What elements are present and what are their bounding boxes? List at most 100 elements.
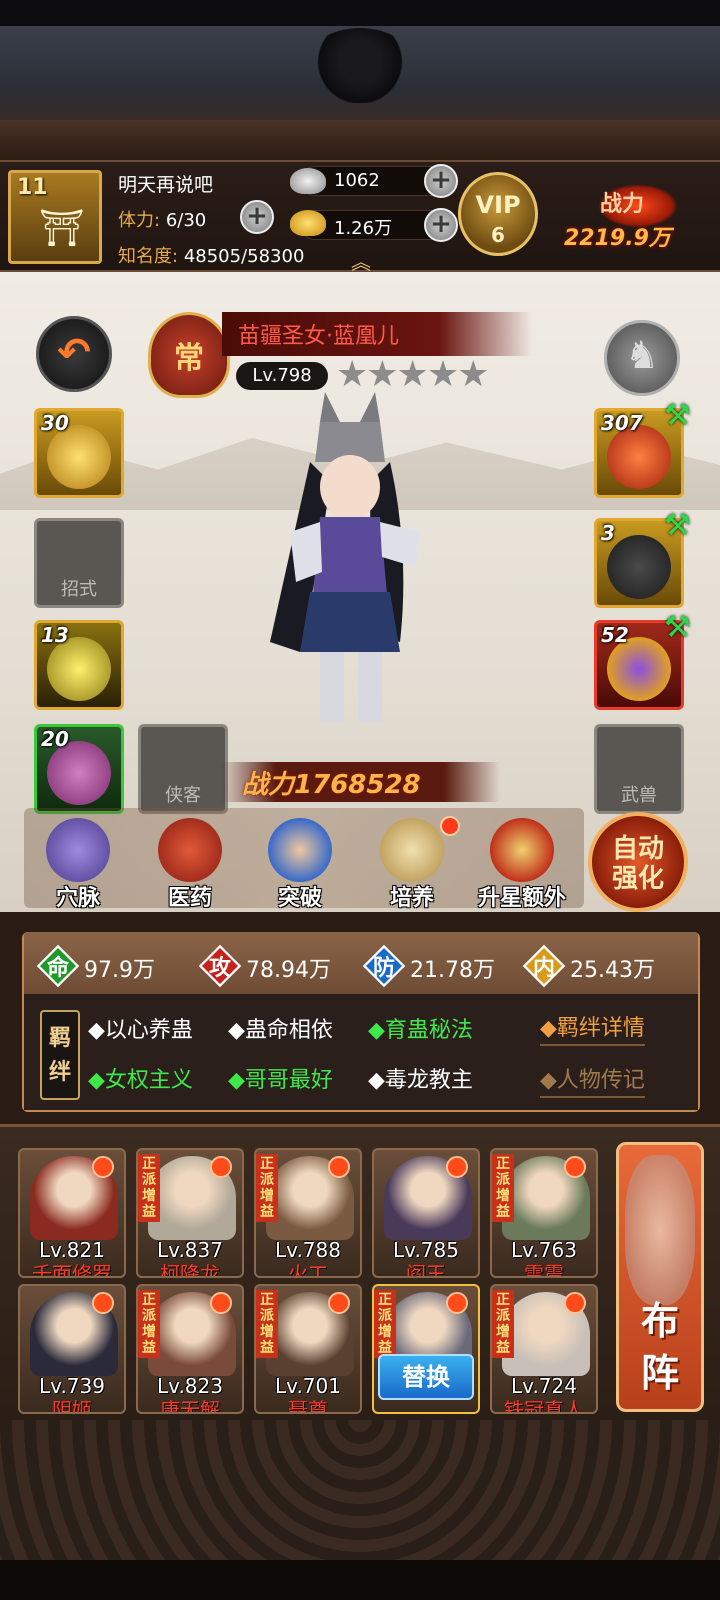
breakthrough-label: 突破 bbox=[277, 886, 322, 911]
bond-seal-line2: 绊 bbox=[48, 1060, 71, 1085]
bond-seal: 羁 绊 bbox=[40, 1010, 80, 1100]
lingzhi-icon bbox=[158, 818, 222, 882]
roster-card[interactable]: 正派增益 Lv.823 唐无解 bbox=[136, 1284, 244, 1414]
swap-button[interactable]: 替换 bbox=[378, 1354, 474, 1400]
roster-card[interactable]: 正派增益 Lv.763 雷震 bbox=[490, 1148, 598, 1278]
righteous-buff-tag: 正派增益 bbox=[492, 1154, 514, 1222]
stat-defense-value: 21.78万 bbox=[410, 958, 495, 983]
stat-defense-char: 防 bbox=[372, 956, 395, 981]
roster-card[interactable]: 正派增益 Lv.724 铁冠真人 bbox=[490, 1284, 598, 1414]
hero-character bbox=[270, 392, 420, 722]
move-slot-empty[interactable]: 招式 bbox=[34, 518, 124, 608]
auto-strengthen-line2: 强化 bbox=[611, 864, 664, 894]
auto-strengthen-button[interactable]: 自动 强化 bbox=[588, 812, 688, 912]
breakthrough-button[interactable]: 突破 bbox=[250, 812, 350, 912]
roster-card[interactable]: Lv.785 阎王 bbox=[372, 1148, 480, 1278]
back-button[interactable]: ↶ bbox=[36, 316, 112, 392]
skill-slot-2-count: 13 bbox=[41, 623, 69, 647]
beast-slot-empty[interactable]: 武兽 bbox=[594, 724, 684, 814]
vip-level: 6 bbox=[491, 223, 505, 247]
add-silver-button[interactable]: + bbox=[424, 164, 458, 198]
stamina-display: 体力: 6/30 bbox=[118, 206, 206, 232]
sect-badge-char: 常 bbox=[174, 341, 204, 376]
companion-slot-empty[interactable]: 侠客 bbox=[138, 724, 228, 814]
treasure-slot-count: 52 bbox=[601, 623, 629, 647]
bond-details-link[interactable]: ◆羁绊详情 bbox=[540, 1010, 645, 1046]
skill-slot-1[interactable]: 30 bbox=[34, 408, 124, 498]
sect-dot-icon bbox=[92, 1156, 114, 1178]
stat-inner-value: 25.43万 bbox=[570, 958, 655, 983]
player-name: 明天再说吧 bbox=[118, 174, 214, 196]
stat-attack-value: 78.94万 bbox=[246, 958, 331, 983]
sect-dot-icon bbox=[210, 1156, 232, 1178]
sect-dot-icon bbox=[446, 1292, 468, 1314]
roster-name: 阴姬 bbox=[52, 1398, 92, 1414]
skill-slot-1-count: 30 bbox=[41, 411, 69, 435]
silver-value: 1062 bbox=[334, 170, 380, 191]
roster-name: 铁冠真人 bbox=[504, 1398, 584, 1414]
sect-dot-icon bbox=[564, 1292, 586, 1314]
mount-button[interactable]: ♞ bbox=[604, 320, 680, 396]
vip-badge[interactable]: VIP 6 bbox=[458, 172, 538, 256]
hero-power-value: 1768528 bbox=[294, 770, 421, 800]
auto-strengthen-line1: 自动 bbox=[611, 834, 664, 864]
cultivate-button[interactable]: 培养 bbox=[362, 812, 462, 912]
accessory-slot-count: 20 bbox=[41, 727, 69, 751]
bond-item[interactable]: ◆以心养蛊 bbox=[88, 1012, 193, 1044]
roster-card[interactable]: 正派增益 替换 bbox=[372, 1284, 480, 1414]
hero-power-label: 战力 bbox=[242, 770, 295, 800]
fame-label: 知名度: bbox=[118, 246, 179, 267]
meridian-label: 穴脉 bbox=[55, 886, 100, 911]
stamina-value: 6/30 bbox=[165, 210, 207, 231]
system-nav-bar bbox=[0, 1560, 720, 1600]
total-battle-power: 战力 2219.9万 bbox=[562, 180, 712, 251]
righteous-buff-tag: 正派增益 bbox=[138, 1154, 160, 1222]
bond-item[interactable]: ◆哥哥最好 bbox=[228, 1062, 333, 1094]
formation-button[interactable]: 布 阵 bbox=[616, 1142, 704, 1412]
formation-label: 布 阵 bbox=[619, 1295, 701, 1399]
expand-chevron-icon[interactable]: ︽ bbox=[344, 246, 378, 274]
character-bio-link[interactable]: ◆人物传记 bbox=[540, 1062, 645, 1098]
hammer-upgrade-icon[interactable]: ⚒ bbox=[664, 610, 704, 650]
add-gold-button[interactable]: + bbox=[424, 208, 458, 242]
accessory-slot[interactable]: 20 bbox=[34, 724, 124, 814]
player-level: 11 bbox=[17, 175, 48, 200]
bond-item[interactable]: ◆蛊命相依 bbox=[228, 1012, 333, 1044]
bond-item[interactable]: ◆育蛊秘法 bbox=[368, 1012, 473, 1044]
roster-card[interactable]: Lv.821 千面修罗 bbox=[18, 1148, 126, 1278]
add-stamina-button[interactable]: + bbox=[240, 200, 274, 234]
silver-ingot-icon bbox=[290, 168, 326, 194]
bond-item[interactable]: ◆毒龙教主 bbox=[368, 1062, 473, 1094]
bond-item[interactable]: ◆女权主义 bbox=[88, 1062, 193, 1094]
stat-inner-char: 内 bbox=[532, 956, 555, 981]
hero-power: 战力1768528 bbox=[242, 764, 421, 801]
hero-level: Lv.798 bbox=[236, 362, 328, 390]
notification-dot bbox=[440, 816, 460, 836]
roof-beam bbox=[0, 120, 720, 160]
roster-name: 聂尊 bbox=[288, 1398, 328, 1414]
meridian-button[interactable]: 穴脉 bbox=[28, 812, 128, 912]
roster-name: 千面修罗 bbox=[32, 1262, 112, 1278]
battle-power-value: 2219.9万 bbox=[564, 226, 671, 251]
roster-card[interactable]: 正派增益 Lv.788 火工 bbox=[254, 1148, 362, 1278]
roster-name: 雷震 bbox=[524, 1262, 564, 1278]
medicine-button[interactable]: 医药 bbox=[140, 812, 240, 912]
star-rating: ★★★★★ bbox=[336, 354, 489, 395]
gold-value: 1.26万 bbox=[334, 218, 393, 239]
roster-card[interactable]: 正派增益 Lv.701 聂尊 bbox=[254, 1284, 362, 1414]
armor-slot-count: 3 bbox=[601, 521, 615, 545]
stat-hp-value: 97.9万 bbox=[84, 958, 155, 983]
hero-name: 苗疆圣女·蓝凰儿 bbox=[238, 324, 399, 349]
roster-card[interactable]: Lv.739 阴姬 bbox=[18, 1284, 126, 1414]
hammer-upgrade-icon[interactable]: ⚒ bbox=[664, 398, 704, 438]
vip-label: VIP bbox=[475, 191, 521, 219]
hammer-upgrade-icon[interactable]: ⚒ bbox=[664, 508, 704, 548]
player-level-badge[interactable]: 11 ⛩ bbox=[8, 170, 102, 264]
roster-card[interactable]: 正派增益 Lv.837 柯降龙 bbox=[136, 1148, 244, 1278]
bond-seal-line1: 羁 bbox=[48, 1026, 71, 1051]
star-upgrade-extra-button[interactable]: 升星额外 bbox=[472, 812, 572, 912]
roster-name: 柯降龙 bbox=[160, 1262, 220, 1278]
skill-slot-2[interactable]: 13 bbox=[34, 620, 124, 710]
stamina-label: 体力: bbox=[118, 210, 161, 231]
armor-set-icon bbox=[490, 818, 554, 882]
